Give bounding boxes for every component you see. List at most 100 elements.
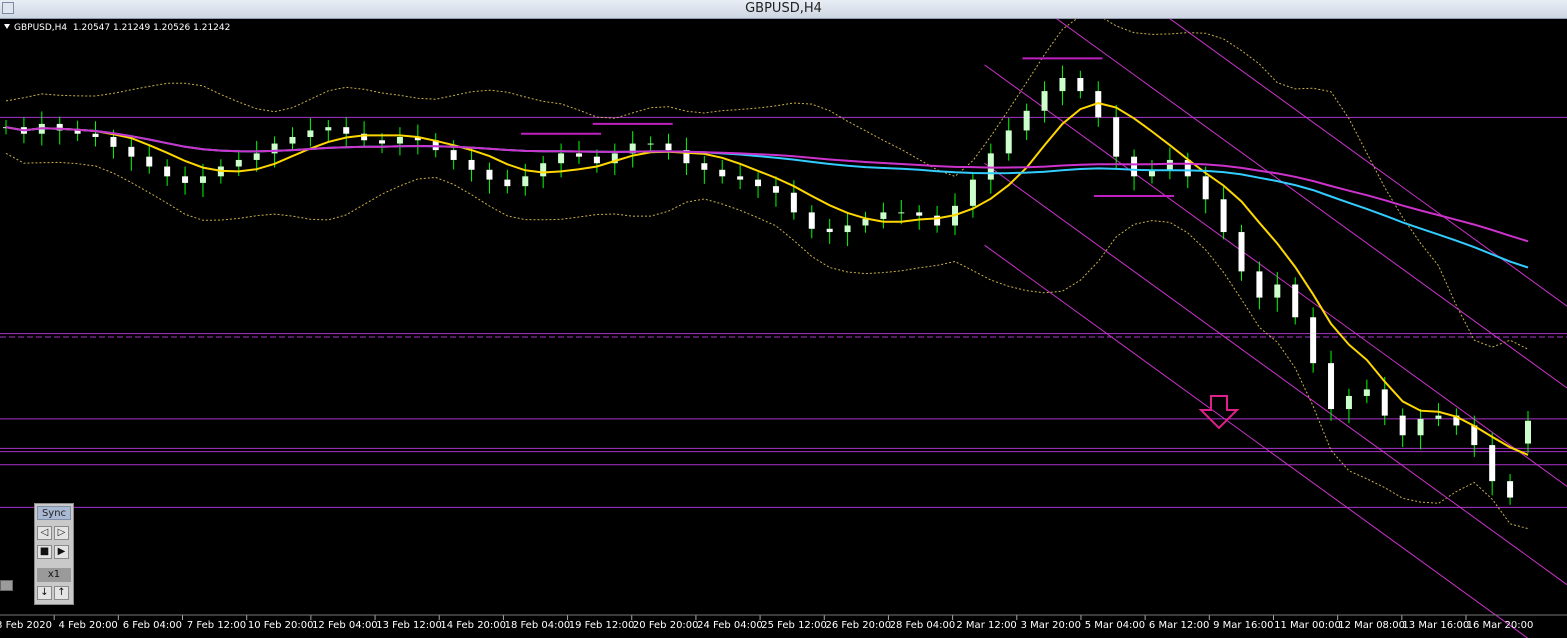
- candle-body: [1292, 284, 1299, 318]
- candle-body: [647, 143, 654, 145]
- ohlc-values: 1.20547 1.21249 1.20526 1.21242: [72, 23, 231, 33]
- candle-body: [1507, 481, 1514, 498]
- candle-body: [969, 179, 976, 206]
- candle-body: [1131, 156, 1138, 177]
- candle-body: [235, 159, 242, 167]
- x-tick-label: 26 Feb 20:00: [825, 620, 891, 631]
- x-tick-label: 10 Feb 20:00: [248, 620, 314, 631]
- candle-body: [1274, 284, 1281, 298]
- x-tick-label: 5 Mar 04:00: [1085, 620, 1145, 631]
- candle-body: [1059, 78, 1066, 92]
- candle-body: [92, 133, 99, 137]
- candle-body: [1435, 415, 1442, 419]
- candle-body: [593, 156, 600, 164]
- x-tick-label: 11 Mar 00:00: [1274, 620, 1341, 631]
- play-icon[interactable]: ▶: [54, 545, 69, 559]
- candle-body: [898, 212, 905, 214]
- candle-body: [987, 153, 994, 180]
- channel-line: [1169, 19, 1567, 307]
- candle-body: [1363, 389, 1370, 396]
- candle-body: [755, 179, 762, 187]
- candle-body: [540, 163, 547, 177]
- side-tab[interactable]: [0, 580, 13, 591]
- candle-body: [1310, 317, 1317, 364]
- channel-line: [1056, 19, 1567, 389]
- candle-body: [844, 225, 851, 233]
- arrow-down-icon[interactable]: ↓: [37, 586, 52, 600]
- step-back-icon[interactable]: ◁: [37, 526, 52, 540]
- band-lower: [5, 152, 1529, 530]
- candle-body: [1328, 363, 1335, 410]
- x-axis-labels: 3 Feb 2020 4 Feb 20:00 6 Feb 04:00 7 Feb 12…: [0, 615, 1533, 631]
- x-tick-label: 14 Feb 20:00: [440, 620, 506, 631]
- symbol-timeframe: GBPUSD,H4: [14, 23, 68, 33]
- candle-body: [1077, 78, 1084, 92]
- candle-body: [396, 137, 403, 144]
- candle-body: [701, 163, 708, 170]
- tester-control-panel: Sync ◁ ▷ ■ ▶ x1 ↓ ↑: [34, 503, 74, 605]
- moving-averages: [5, 102, 1529, 456]
- horizontal-levels: [0, 116, 1567, 508]
- candle-body: [1023, 110, 1030, 131]
- candle-body: [325, 127, 332, 131]
- x-tick-label: 18 Feb 04:00: [505, 620, 571, 631]
- stop-icon[interactable]: ■: [37, 545, 52, 559]
- x-tick-label: 4 Feb 20:00: [59, 620, 118, 631]
- candle-body: [379, 140, 386, 144]
- candle-body: [1041, 91, 1048, 111]
- x-tick-label: 19 Feb 12:00: [569, 620, 635, 631]
- channel-line: [984, 244, 1529, 638]
- x-tick-label: 6 Feb 04:00: [123, 620, 182, 631]
- candle-body: [1005, 130, 1012, 154]
- x-tick-label: 13 Mar 16:00: [1402, 620, 1469, 631]
- candle-body: [253, 153, 260, 160]
- x-tick-label: 20 Feb 20:00: [633, 620, 699, 631]
- x-tick-label: 24 Feb 04:00: [697, 620, 763, 631]
- candle-body: [199, 176, 206, 183]
- candle-body: [1220, 199, 1227, 233]
- chart-area[interactable]: 3 Feb 2020 4 Feb 20:00 6 Feb 04:00 7 Feb 12…: [0, 19, 1567, 638]
- step-forward-icon[interactable]: ▷: [54, 526, 69, 540]
- ma-blue-line: [5, 126, 1529, 269]
- candle-body: [665, 143, 672, 151]
- candle-body: [468, 159, 475, 170]
- candle-body: [289, 137, 296, 144]
- arrow-up-icon[interactable]: ↑: [54, 586, 69, 600]
- x-tick-label: 7 Feb 12:00: [187, 620, 246, 631]
- price-chart[interactable]: 3 Feb 2020 4 Feb 20:00 6 Feb 04:00 7 Feb 12…: [0, 19, 1567, 638]
- x-tick-label: 2 Mar 12:00: [956, 620, 1016, 631]
- sync-button[interactable]: Sync: [37, 506, 71, 520]
- candle-body: [737, 176, 744, 180]
- candle-body: [1417, 418, 1424, 436]
- candle-body: [916, 212, 923, 216]
- candle-body: [343, 127, 350, 134]
- candle-body: [110, 137, 117, 147]
- candle-body: [1238, 232, 1245, 272]
- candle-body: [1489, 445, 1496, 482]
- window-titlebar: GBPUSD,H4: [0, 0, 1567, 19]
- x-tick-label: 3 Mar 20:00: [1021, 620, 1081, 631]
- x-tick-label: 6 Mar 12:00: [1149, 620, 1209, 631]
- x-tick-label: 28 Feb 04:00: [890, 620, 956, 631]
- speed-indicator[interactable]: x1: [37, 568, 71, 582]
- collapse-triangle-icon[interactable]: [4, 24, 10, 29]
- x-tick-label: 16 Mar 20:00: [1467, 620, 1534, 631]
- candle-body: [146, 156, 153, 167]
- candle-body: [790, 192, 797, 213]
- candle-body: [1256, 271, 1263, 298]
- candle-body: [1345, 395, 1352, 410]
- symbol-info: GBPUSD,H4 1.20547 1.21249 1.20526 1.2124…: [4, 23, 230, 33]
- candle-body: [1166, 159, 1173, 170]
- regression-channel: [984, 19, 1567, 638]
- down-arrow-shape: [1198, 395, 1240, 430]
- x-tick-label: 12 Feb 04:00: [312, 620, 378, 631]
- ma-yellow-line: [5, 102, 1529, 456]
- candle-body: [504, 179, 511, 187]
- candle-body: [772, 186, 779, 193]
- candle-body: [808, 212, 815, 229]
- candle-body: [1184, 159, 1191, 177]
- down-arrow-icon: [1198, 395, 1240, 430]
- candle-body: [1381, 389, 1388, 416]
- candle-body: [880, 212, 887, 219]
- x-tick-label: 9 Mar 16:00: [1213, 620, 1273, 631]
